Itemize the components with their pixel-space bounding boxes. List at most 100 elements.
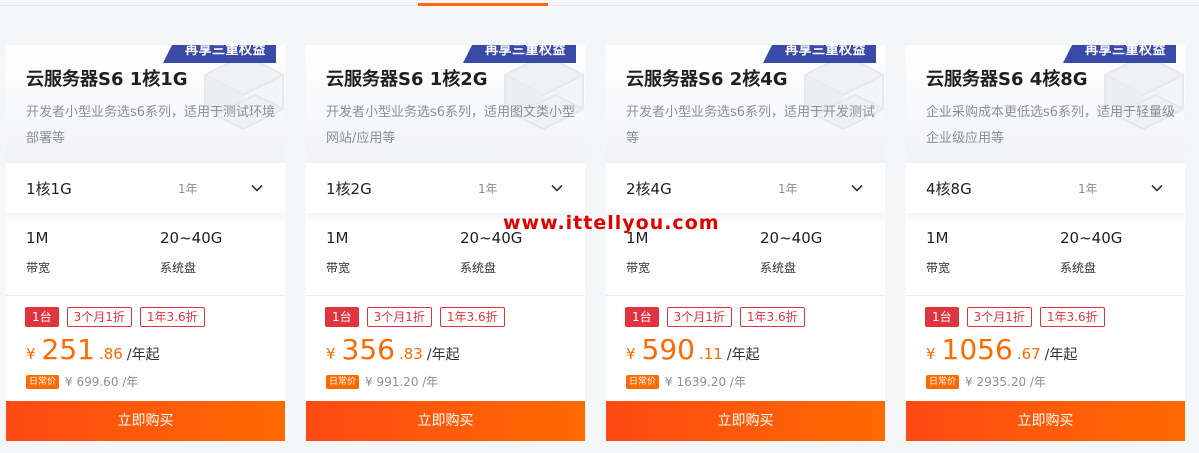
bandwidth-label: 带宽 [926, 261, 951, 275]
price-decimal: .11 [699, 345, 723, 363]
disk-value: 20~40G [1060, 229, 1123, 247]
tag-quantity[interactable]: 1台 [325, 307, 359, 327]
daily-price-row: 日常价 ¥ 1639.20 /年 [626, 373, 746, 390]
benefit-badge: 再享三重权益 [762, 45, 876, 63]
tag-1year-discount[interactable]: 1年3.6折 [439, 307, 505, 327]
price-integer: 251 [41, 333, 95, 366]
price-unit: /年起 [426, 347, 460, 363]
tag-1year-discount[interactable]: 1年3.6折 [1039, 307, 1105, 327]
spec-value: 1核2G [326, 180, 372, 198]
tag-quantity[interactable]: 1台 [625, 307, 659, 327]
benefit-badge: 再享三重权益 [1062, 45, 1176, 63]
daily-price-badge: 日常价 [326, 374, 360, 389]
benefit-badge: 再享三重权益 [462, 45, 576, 63]
tag-1year-discount[interactable]: 1年3.6折 [139, 307, 205, 327]
card-description: 企业采购成本更低选s6系列，适用于轻量级企业级应用等 [926, 105, 1176, 146]
daily-price-badge: 日常价 [626, 374, 660, 389]
term-value: 1年 [478, 182, 498, 196]
card-header: 再享三重权益 云服务器S6 2核4G 开发者小型业务选s6系列，适用于开发测试等 [606, 45, 885, 163]
daily-price-row: 日常价 ¥ 991.20 /年 [326, 373, 438, 390]
disk-value: 20~40G [160, 229, 223, 247]
bandwidth-value: 1M [926, 229, 949, 247]
daily-price: ¥ 2935.20 /年 [965, 375, 1046, 389]
product-card: 再享三重权益 云服务器S6 1核2G 开发者小型业务选s6系列，适用图文类小型网… [306, 45, 585, 441]
term-value: 1年 [778, 182, 798, 196]
price-unit: /年起 [126, 347, 160, 363]
card-description: 开发者小型业务选s6系列，适用于开发测试等 [626, 105, 876, 146]
spec-selector[interactable]: 2核4G 1年 [606, 163, 885, 213]
price-unit: /年起 [726, 347, 760, 363]
card-title: 云服务器S6 1核2G [326, 69, 488, 90]
price-integer: 1056 [941, 333, 1013, 366]
bandwidth-label: 带宽 [626, 261, 651, 275]
bandwidth-attr: 1M 带宽 [926, 229, 950, 276]
price-integer: 356 [341, 333, 395, 366]
product-card: 再享三重权益 云服务器S6 1核1G 开发者小型业务选s6系列，适用于测试环境部… [6, 45, 285, 441]
term-value: 1年 [178, 182, 198, 196]
buy-now-button[interactable]: 立即购买 [606, 401, 885, 441]
bandwidth-label: 带宽 [26, 261, 51, 275]
section-divider [0, 5, 1199, 6]
price-integer: 590 [641, 333, 695, 366]
daily-price: ¥ 699.60 /年 [65, 375, 139, 389]
discount-tags: 1台 3个月1折 1年3.6折 [625, 307, 805, 327]
price: ¥356.83/年起 [326, 333, 460, 366]
tag-quantity[interactable]: 1台 [25, 307, 59, 327]
spec-value: 4核8G [926, 180, 972, 198]
divider [906, 295, 1185, 296]
spec-selector[interactable]: 1核1G 1年 [6, 163, 285, 213]
buy-now-button[interactable]: 立即购买 [306, 401, 585, 441]
daily-price-badge: 日常价 [26, 374, 60, 389]
daily-price: ¥ 991.20 /年 [365, 375, 439, 389]
buy-now-button[interactable]: 立即购买 [906, 401, 1185, 441]
watermark: www.ittellyou.com [503, 212, 720, 234]
chevron-down-icon[interactable] [250, 181, 264, 195]
chevron-down-icon[interactable] [850, 181, 864, 195]
bandwidth-attr: 1M 带宽 [26, 229, 50, 276]
active-tab-indicator [418, 3, 548, 6]
tag-3month-discount[interactable]: 3个月1折 [666, 307, 732, 327]
divider [606, 295, 885, 296]
daily-price: ¥ 1639.20 /年 [665, 375, 746, 389]
tag-3month-discount[interactable]: 3个月1折 [366, 307, 432, 327]
card-description: 开发者小型业务选s6系列，适用图文类小型网站/应用等 [326, 105, 576, 146]
disk-attr: 20~40G 系统盘 [760, 229, 822, 276]
spec-selector[interactable]: 1核2G 1年 [306, 163, 585, 213]
chevron-down-icon[interactable] [550, 181, 564, 195]
discount-tags: 1台 3个月1折 1年3.6折 [925, 307, 1105, 327]
tag-3month-discount[interactable]: 3个月1折 [966, 307, 1032, 327]
disk-label: 系统盘 [160, 261, 197, 275]
bandwidth-label: 带宽 [326, 261, 351, 275]
spec-selector[interactable]: 4核8G 1年 [906, 163, 1185, 213]
price-currency: ¥ [926, 345, 936, 363]
tag-quantity[interactable]: 1台 [925, 307, 959, 327]
disk-attr: 20~40G 系统盘 [460, 229, 522, 276]
daily-price-badge: 日常价 [926, 374, 960, 389]
card-title: 云服务器S6 1核1G [26, 69, 188, 90]
card-title: 云服务器S6 2核4G [626, 69, 788, 90]
price-currency: ¥ [626, 345, 636, 363]
product-card: 再享三重权益 云服务器S6 2核4G 开发者小型业务选s6系列，适用于开发测试等… [606, 45, 885, 441]
buy-now-button[interactable]: 立即购买 [6, 401, 285, 441]
spec-value: 2核4G [626, 180, 672, 198]
disk-attr: 20~40G 系统盘 [1060, 229, 1122, 276]
bandwidth-value: 1M [26, 229, 49, 247]
divider [306, 295, 585, 296]
card-header: 再享三重权益 云服务器S6 1核2G 开发者小型业务选s6系列，适用图文类小型网… [306, 45, 585, 163]
chevron-down-icon[interactable] [1150, 181, 1164, 195]
product-card: 再享三重权益 云服务器S6 4核8G 企业采购成本更低选s6系列，适用于轻量级企… [906, 45, 1185, 441]
disk-label: 系统盘 [760, 261, 797, 275]
benefit-badge: 再享三重权益 [162, 45, 276, 63]
price-currency: ¥ [326, 345, 336, 363]
discount-tags: 1台 3个月1折 1年3.6折 [25, 307, 205, 327]
price: ¥590.11/年起 [626, 333, 760, 366]
bandwidth-attr: 1M 带宽 [326, 229, 350, 276]
card-title: 云服务器S6 4核8G [926, 69, 1088, 90]
tag-3month-discount[interactable]: 3个月1折 [66, 307, 132, 327]
price-decimal: .86 [99, 345, 123, 363]
price: ¥251.86/年起 [26, 333, 160, 366]
bandwidth-attr: 1M 带宽 [626, 229, 650, 276]
tag-1year-discount[interactable]: 1年3.6折 [739, 307, 805, 327]
bandwidth-value: 1M [326, 229, 349, 247]
daily-price-row: 日常价 ¥ 699.60 /年 [26, 373, 138, 390]
